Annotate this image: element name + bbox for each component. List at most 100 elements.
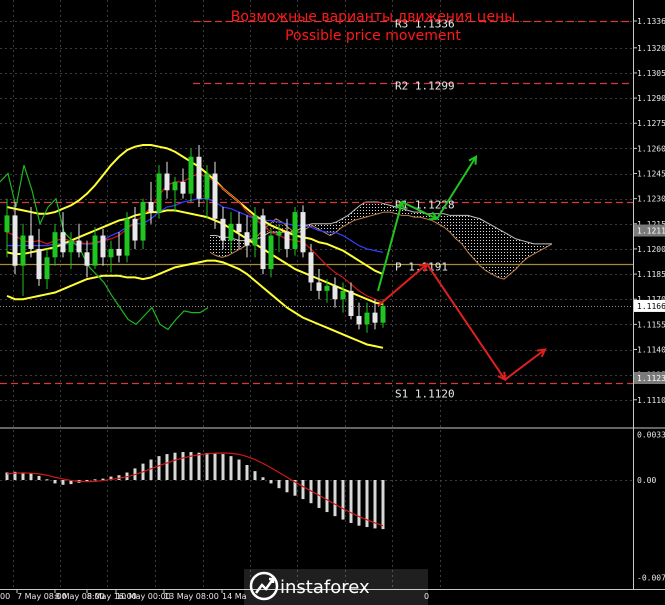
level-label-s1: S1 1.1120 <box>395 388 455 401</box>
price-tag-label: 1.1211 <box>637 227 665 236</box>
cloud-segment <box>480 218 486 271</box>
macd-bar <box>317 480 321 508</box>
time-tick-label: 10 May 00:00 <box>116 592 171 601</box>
candle-body <box>60 232 66 253</box>
candle-body <box>316 282 322 291</box>
candle-body <box>212 173 218 219</box>
macd-tick-label: 0.00332 <box>637 431 665 440</box>
cloud-segment <box>504 232 510 280</box>
candle-body <box>364 312 370 325</box>
level-label-p: P 1.1191 <box>395 261 448 274</box>
price-tick-label: 1.1140 <box>637 346 665 355</box>
macd-bar <box>253 471 257 480</box>
macd-tick-label: 0.00 <box>637 476 656 485</box>
candle-body <box>180 181 186 194</box>
macd-bar <box>173 452 177 480</box>
cloud-segment <box>474 217 480 266</box>
price-tick-label: 1.1155 <box>637 320 665 329</box>
candle-body <box>140 202 146 241</box>
candle-body <box>300 212 306 253</box>
cloud-segment <box>498 228 504 280</box>
price-tick-label: 1.1200 <box>637 245 665 254</box>
price-tick-label: 1.1305 <box>637 69 665 78</box>
candle-body <box>332 285 338 300</box>
macd-bar <box>229 456 233 480</box>
macd-bar <box>301 480 305 500</box>
macd-bar <box>165 454 169 480</box>
candle-body <box>164 173 170 191</box>
candle-body <box>172 181 178 191</box>
chart-title-en: Possible price movement <box>285 28 461 44</box>
cloud-segment <box>468 215 474 259</box>
macd-bar <box>357 480 361 526</box>
price-chart: R3 1.1336R2 1.1299R1 1.1228P 1.1191S1 1.… <box>0 0 665 605</box>
macd-bar <box>373 480 377 529</box>
candle-body <box>348 290 354 316</box>
candle-body <box>260 215 266 270</box>
macd-bar <box>277 480 281 489</box>
macd-bar <box>93 479 97 481</box>
macd-bar <box>285 480 289 493</box>
candle-body <box>44 257 50 280</box>
macd-bar <box>325 480 329 513</box>
candle-body <box>156 173 162 213</box>
candle-body <box>76 240 82 253</box>
macd-bar <box>245 464 249 480</box>
time-tick-label: 13 May 08:00 <box>164 592 219 601</box>
macd-bar <box>213 453 217 480</box>
candle-body <box>340 290 346 300</box>
macd-tick-label: -0.00714 <box>637 573 665 582</box>
candle-body <box>4 215 10 233</box>
price-tag-label: 1.1123 <box>637 374 665 383</box>
macd-bar <box>221 454 225 480</box>
candle-body <box>100 235 106 258</box>
candle-body <box>244 232 250 246</box>
candle-body <box>92 235 98 266</box>
macd-bar <box>45 479 49 481</box>
macd-bar <box>381 480 385 530</box>
price-tick-label: 1.1290 <box>637 94 665 103</box>
macd-bar <box>205 452 209 480</box>
cloud-segment <box>492 225 498 278</box>
price-tick-label: 1.1275 <box>637 119 665 128</box>
macd-bar <box>341 480 345 520</box>
candle-body <box>116 248 122 256</box>
macd-bar <box>101 478 105 480</box>
macd-bar <box>157 456 161 480</box>
cloud-segment <box>510 235 516 275</box>
price-tick-label: 1.1320 <box>637 44 665 53</box>
price-tick-label: 1.1230 <box>637 195 665 204</box>
time-tick-label: 00 <box>0 592 10 601</box>
macd-bar <box>29 473 33 480</box>
price-tick-label: 1.1336 <box>637 17 665 26</box>
instaforex-logo: instaforex <box>244 569 428 605</box>
price-tick-label: 1.1260 <box>637 144 665 153</box>
candle-body <box>220 218 226 241</box>
level-label-r2: R2 1.1299 <box>395 80 455 93</box>
macd-bar <box>197 452 201 480</box>
macd-bar <box>261 477 265 480</box>
candle-body <box>36 248 42 280</box>
candle-body <box>252 215 258 246</box>
price-tag-label: 1.1166 <box>637 302 665 311</box>
candle-body <box>68 240 74 253</box>
candle-body <box>20 235 26 266</box>
candle-body <box>52 232 58 258</box>
candle-body <box>372 312 378 323</box>
candle-body <box>308 252 314 283</box>
candle-body <box>108 248 114 258</box>
candle-body <box>236 223 242 233</box>
candle-body <box>228 223 234 241</box>
macd-bar <box>349 480 353 523</box>
main-pane <box>0 0 633 427</box>
candle-body <box>84 252 90 266</box>
time-tick-label: 14 Ma <box>222 592 247 601</box>
cloud-segment <box>372 202 378 216</box>
macd-bar <box>269 480 273 484</box>
macd-pane <box>0 429 633 589</box>
candle-body <box>380 305 386 323</box>
macd-bar <box>85 480 89 482</box>
cloud-segment <box>486 222 492 275</box>
macd-bar <box>37 475 41 480</box>
candle-body <box>188 156 194 194</box>
